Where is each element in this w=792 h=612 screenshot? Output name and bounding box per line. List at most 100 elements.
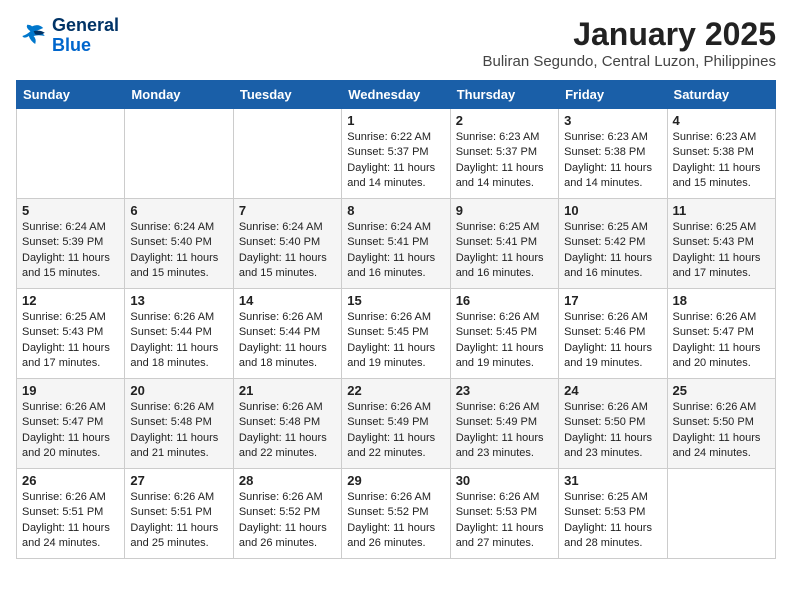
day-info: Sunrise: 6:26 AM Sunset: 5:45 PM Dayligh…: [347, 310, 444, 372]
day-info: Sunrise: 6:23 AM Sunset: 5:37 PM Dayligh…: [456, 130, 553, 192]
day-info: Sunrise: 6:26 AM Sunset: 5:45 PM Dayligh…: [456, 310, 553, 372]
col-header-friday: Friday: [559, 81, 667, 109]
day-info: Sunrise: 6:26 AM Sunset: 5:48 PM Dayligh…: [130, 400, 227, 462]
page-header: General Blue January 2025 Buliran Segund…: [16, 16, 776, 70]
day-info: Sunrise: 6:26 AM Sunset: 5:50 PM Dayligh…: [564, 400, 661, 462]
calendar-cell: [667, 469, 775, 559]
day-number: 3: [564, 113, 661, 128]
logo: General Blue: [16, 16, 119, 56]
day-info: Sunrise: 6:25 AM Sunset: 5:41 PM Dayligh…: [456, 220, 553, 282]
calendar-cell: 25 Sunrise: 6:26 AM Sunset: 5:50 PM Dayl…: [667, 379, 775, 469]
calendar-cell: 14 Sunrise: 6:26 AM Sunset: 5:44 PM Dayl…: [233, 289, 341, 379]
day-info: Sunrise: 6:25 AM Sunset: 5:42 PM Dayligh…: [564, 220, 661, 282]
day-info: Sunrise: 6:25 AM Sunset: 5:43 PM Dayligh…: [673, 220, 770, 282]
day-number: 29: [347, 473, 444, 488]
calendar-cell: 13 Sunrise: 6:26 AM Sunset: 5:44 PM Dayl…: [125, 289, 233, 379]
calendar-cell: 1 Sunrise: 6:22 AM Sunset: 5:37 PM Dayli…: [342, 109, 450, 199]
col-header-wednesday: Wednesday: [342, 81, 450, 109]
day-number: 18: [673, 293, 770, 308]
calendar-cell: 28 Sunrise: 6:26 AM Sunset: 5:52 PM Dayl…: [233, 469, 341, 559]
day-info: Sunrise: 6:24 AM Sunset: 5:41 PM Dayligh…: [347, 220, 444, 282]
calendar-cell: 24 Sunrise: 6:26 AM Sunset: 5:50 PM Dayl…: [559, 379, 667, 469]
col-header-thursday: Thursday: [450, 81, 558, 109]
day-info: Sunrise: 6:26 AM Sunset: 5:52 PM Dayligh…: [347, 490, 444, 552]
calendar-cell: 19 Sunrise: 6:26 AM Sunset: 5:47 PM Dayl…: [17, 379, 125, 469]
day-number: 22: [347, 383, 444, 398]
calendar-cell: 18 Sunrise: 6:26 AM Sunset: 5:47 PM Dayl…: [667, 289, 775, 379]
day-number: 4: [673, 113, 770, 128]
day-number: 26: [22, 473, 119, 488]
day-number: 6: [130, 203, 227, 218]
day-info: Sunrise: 6:26 AM Sunset: 5:47 PM Dayligh…: [22, 400, 119, 462]
calendar-cell: 20 Sunrise: 6:26 AM Sunset: 5:48 PM Dayl…: [125, 379, 233, 469]
day-number: 9: [456, 203, 553, 218]
calendar-cell: 15 Sunrise: 6:26 AM Sunset: 5:45 PM Dayl…: [342, 289, 450, 379]
day-info: Sunrise: 6:23 AM Sunset: 5:38 PM Dayligh…: [673, 130, 770, 192]
col-header-monday: Monday: [125, 81, 233, 109]
day-info: Sunrise: 6:25 AM Sunset: 5:53 PM Dayligh…: [564, 490, 661, 552]
day-info: Sunrise: 6:26 AM Sunset: 5:51 PM Dayligh…: [22, 490, 119, 552]
calendar-cell: [17, 109, 125, 199]
calendar-cell: [233, 109, 341, 199]
calendar-cell: 21 Sunrise: 6:26 AM Sunset: 5:48 PM Dayl…: [233, 379, 341, 469]
calendar-table: SundayMondayTuesdayWednesdayThursdayFrid…: [16, 80, 776, 559]
calendar-cell: 26 Sunrise: 6:26 AM Sunset: 5:51 PM Dayl…: [17, 469, 125, 559]
day-info: Sunrise: 6:26 AM Sunset: 5:48 PM Dayligh…: [239, 400, 336, 462]
calendar-week-row: 26 Sunrise: 6:26 AM Sunset: 5:51 PM Dayl…: [17, 469, 776, 559]
calendar-cell: 7 Sunrise: 6:24 AM Sunset: 5:40 PM Dayli…: [233, 199, 341, 289]
calendar-cell: 23 Sunrise: 6:26 AM Sunset: 5:49 PM Dayl…: [450, 379, 558, 469]
day-number: 7: [239, 203, 336, 218]
calendar-cell: 9 Sunrise: 6:25 AM Sunset: 5:41 PM Dayli…: [450, 199, 558, 289]
calendar-cell: 27 Sunrise: 6:26 AM Sunset: 5:51 PM Dayl…: [125, 469, 233, 559]
day-info: Sunrise: 6:23 AM Sunset: 5:38 PM Dayligh…: [564, 130, 661, 192]
day-number: 8: [347, 203, 444, 218]
day-info: Sunrise: 6:26 AM Sunset: 5:47 PM Dayligh…: [673, 310, 770, 372]
day-info: Sunrise: 6:26 AM Sunset: 5:51 PM Dayligh…: [130, 490, 227, 552]
day-info: Sunrise: 6:26 AM Sunset: 5:49 PM Dayligh…: [347, 400, 444, 462]
day-info: Sunrise: 6:24 AM Sunset: 5:39 PM Dayligh…: [22, 220, 119, 282]
col-header-saturday: Saturday: [667, 81, 775, 109]
day-number: 17: [564, 293, 661, 308]
calendar-cell: [125, 109, 233, 199]
col-header-tuesday: Tuesday: [233, 81, 341, 109]
day-number: 11: [673, 203, 770, 218]
day-number: 15: [347, 293, 444, 308]
calendar-cell: 2 Sunrise: 6:23 AM Sunset: 5:37 PM Dayli…: [450, 109, 558, 199]
calendar-cell: 31 Sunrise: 6:25 AM Sunset: 5:53 PM Dayl…: [559, 469, 667, 559]
calendar-cell: 22 Sunrise: 6:26 AM Sunset: 5:49 PM Dayl…: [342, 379, 450, 469]
day-info: Sunrise: 6:26 AM Sunset: 5:50 PM Dayligh…: [673, 400, 770, 462]
day-info: Sunrise: 6:26 AM Sunset: 5:44 PM Dayligh…: [239, 310, 336, 372]
day-number: 24: [564, 383, 661, 398]
logo-text: General Blue: [52, 16, 119, 56]
day-info: Sunrise: 6:24 AM Sunset: 5:40 PM Dayligh…: [130, 220, 227, 282]
day-number: 2: [456, 113, 553, 128]
day-number: 13: [130, 293, 227, 308]
day-info: Sunrise: 6:24 AM Sunset: 5:40 PM Dayligh…: [239, 220, 336, 282]
day-number: 1: [347, 113, 444, 128]
day-number: 16: [456, 293, 553, 308]
calendar-cell: 12 Sunrise: 6:25 AM Sunset: 5:43 PM Dayl…: [17, 289, 125, 379]
day-number: 21: [239, 383, 336, 398]
calendar-week-row: 19 Sunrise: 6:26 AM Sunset: 5:47 PM Dayl…: [17, 379, 776, 469]
day-number: 12: [22, 293, 119, 308]
location-subtitle: Buliran Segundo, Central Luzon, Philippi…: [482, 53, 776, 70]
calendar-cell: 16 Sunrise: 6:26 AM Sunset: 5:45 PM Dayl…: [450, 289, 558, 379]
calendar-week-row: 1 Sunrise: 6:22 AM Sunset: 5:37 PM Dayli…: [17, 109, 776, 199]
calendar-cell: 5 Sunrise: 6:24 AM Sunset: 5:39 PM Dayli…: [17, 199, 125, 289]
day-number: 5: [22, 203, 119, 218]
calendar-cell: 6 Sunrise: 6:24 AM Sunset: 5:40 PM Dayli…: [125, 199, 233, 289]
day-info: Sunrise: 6:26 AM Sunset: 5:46 PM Dayligh…: [564, 310, 661, 372]
calendar-cell: 10 Sunrise: 6:25 AM Sunset: 5:42 PM Dayl…: [559, 199, 667, 289]
calendar-cell: 8 Sunrise: 6:24 AM Sunset: 5:41 PM Dayli…: [342, 199, 450, 289]
calendar-cell: 4 Sunrise: 6:23 AM Sunset: 5:38 PM Dayli…: [667, 109, 775, 199]
day-info: Sunrise: 6:26 AM Sunset: 5:52 PM Dayligh…: [239, 490, 336, 552]
day-info: Sunrise: 6:26 AM Sunset: 5:53 PM Dayligh…: [456, 490, 553, 552]
day-number: 27: [130, 473, 227, 488]
day-info: Sunrise: 6:26 AM Sunset: 5:44 PM Dayligh…: [130, 310, 227, 372]
day-number: 23: [456, 383, 553, 398]
title-block: January 2025 Buliran Segundo, Central Lu…: [482, 16, 776, 70]
logo-icon: [16, 20, 48, 52]
day-number: 14: [239, 293, 336, 308]
col-header-sunday: Sunday: [17, 81, 125, 109]
calendar-cell: 3 Sunrise: 6:23 AM Sunset: 5:38 PM Dayli…: [559, 109, 667, 199]
